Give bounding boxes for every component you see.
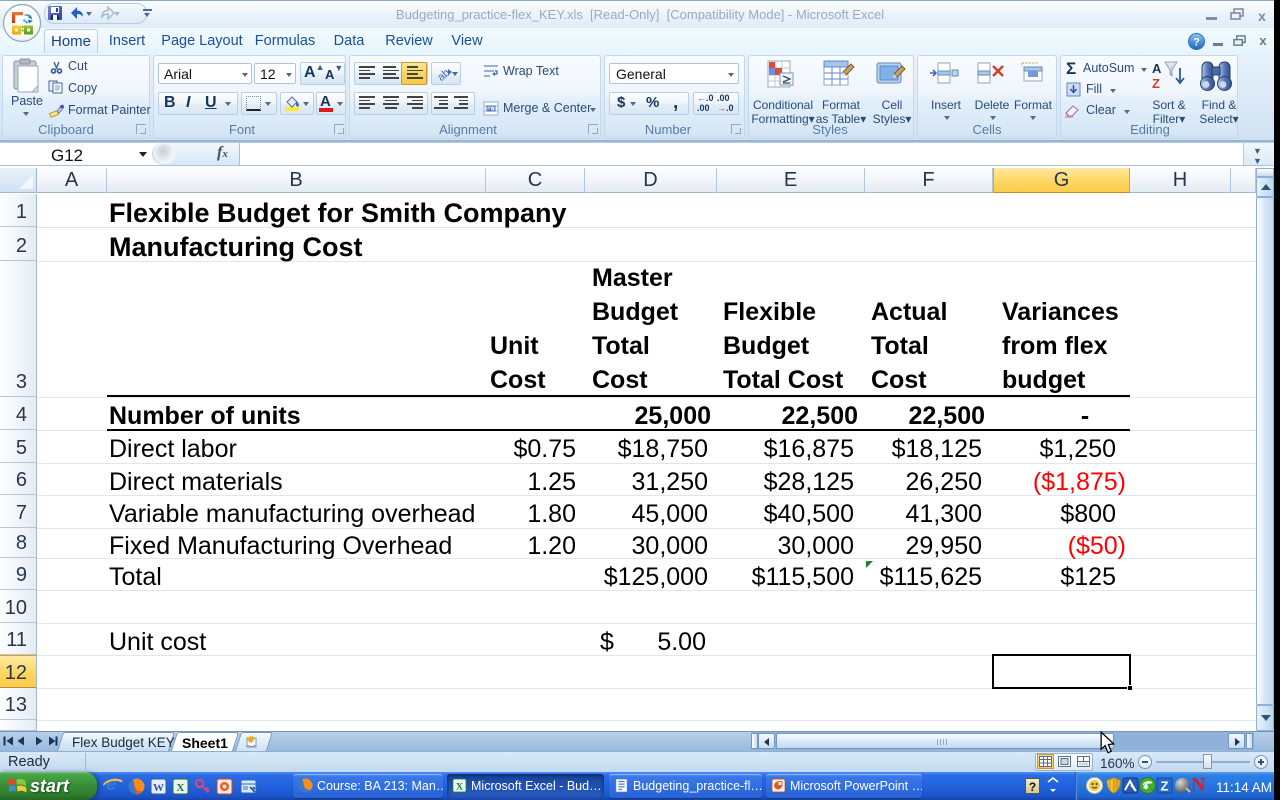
svg-text:X: X: [456, 781, 463, 792]
svg-text:Z: Z: [1161, 779, 1169, 794]
svg-text:Z: Z: [1152, 76, 1160, 91]
svg-text:W: W: [153, 782, 164, 794]
svg-text:ab: ab: [437, 67, 452, 81]
svg-text:?: ?: [1193, 37, 1200, 49]
svg-text:A: A: [1152, 61, 1162, 76]
svg-text:X: X: [177, 782, 185, 794]
